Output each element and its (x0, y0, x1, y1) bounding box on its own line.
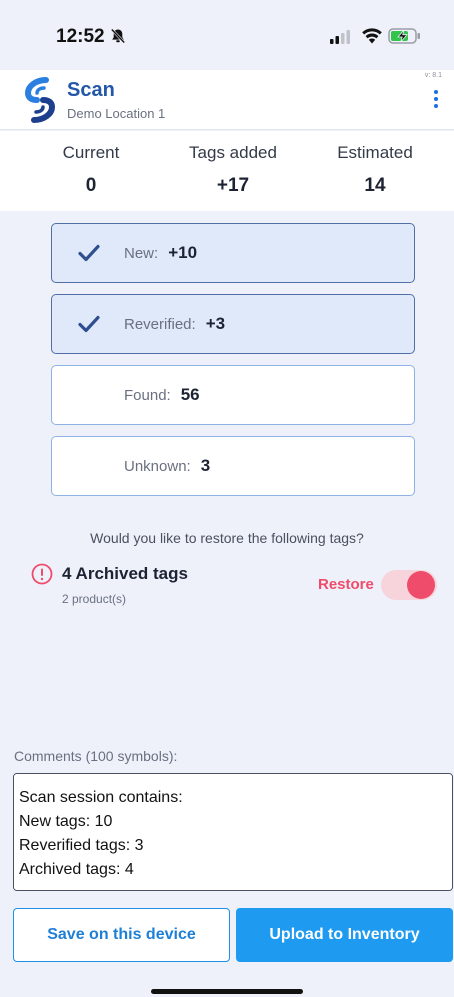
stat-estimated: Estimated 14 (300, 143, 450, 197)
status-bar: 12:52 (0, 0, 454, 70)
app-logo-icon (24, 77, 56, 123)
restore-toggle[interactable] (381, 570, 437, 600)
stat-value: 0 (85, 175, 97, 196)
archived-tags-title: 4 Archived tags (62, 564, 188, 583)
checkmark-icon (78, 244, 100, 262)
stat-label: Current (62, 143, 120, 162)
bell-slash-icon (110, 28, 126, 44)
upload-to-inventory-button[interactable]: Upload to Inventory (236, 908, 453, 962)
stat-label: Estimated (337, 143, 413, 162)
tag-row-value: 3 (200, 456, 211, 475)
app-header: Scan Demo Location 1 v: 8.1 (0, 70, 454, 130)
page-title: Scan (67, 79, 115, 101)
battery-charging-icon (388, 28, 420, 44)
alert-circle-icon (31, 563, 53, 585)
tag-row-found[interactable]: Found: 56 (51, 365, 415, 425)
tag-row-unknown[interactable]: Unknown: 3 (51, 436, 415, 496)
kebab-menu-icon[interactable] (434, 90, 438, 111)
tag-row-new[interactable]: New: +10 (51, 223, 415, 283)
comments-input[interactable]: Scan session contains: New tags: 10 Reve… (13, 773, 453, 891)
version-label: v: 8.1 (424, 72, 442, 79)
checkmark-icon (78, 315, 100, 333)
restore-question: Would you like to restore the following … (90, 530, 364, 546)
stat-value: 14 (364, 175, 386, 196)
tag-row-label: Found: (124, 387, 171, 404)
toggle-knob (407, 571, 435, 599)
tag-row-value: +3 (205, 314, 226, 333)
save-on-device-button[interactable]: Save on this device (13, 908, 230, 962)
tag-row-label: New: (124, 245, 159, 262)
tag-row-reverified[interactable]: Reverified: +3 (51, 294, 415, 354)
home-indicator (151, 989, 303, 994)
cellular-signal-icon (330, 30, 350, 44)
stat-value: +17 (216, 175, 250, 196)
tag-row-value: 56 (180, 385, 200, 404)
stat-label: Tags added (189, 143, 277, 162)
wifi-icon (362, 28, 382, 44)
status-time: 12:52 (56, 26, 105, 47)
tag-row-value: +10 (168, 243, 198, 262)
tag-row-label: Reverified: (124, 316, 196, 333)
tag-row-label: Unknown: (124, 458, 191, 475)
location-subtitle: Demo Location 1 (67, 106, 166, 121)
comments-label: Comments (100 symbols): (14, 748, 178, 764)
archived-products-count: 2 product(s) (62, 592, 127, 606)
stat-current: Current 0 (16, 143, 166, 197)
scan-stats: Current 0 Tags added +17 Estimated 14 (0, 131, 454, 211)
restore-label: Restore (318, 576, 374, 593)
stat-tags-added: Tags added +17 (158, 143, 308, 197)
